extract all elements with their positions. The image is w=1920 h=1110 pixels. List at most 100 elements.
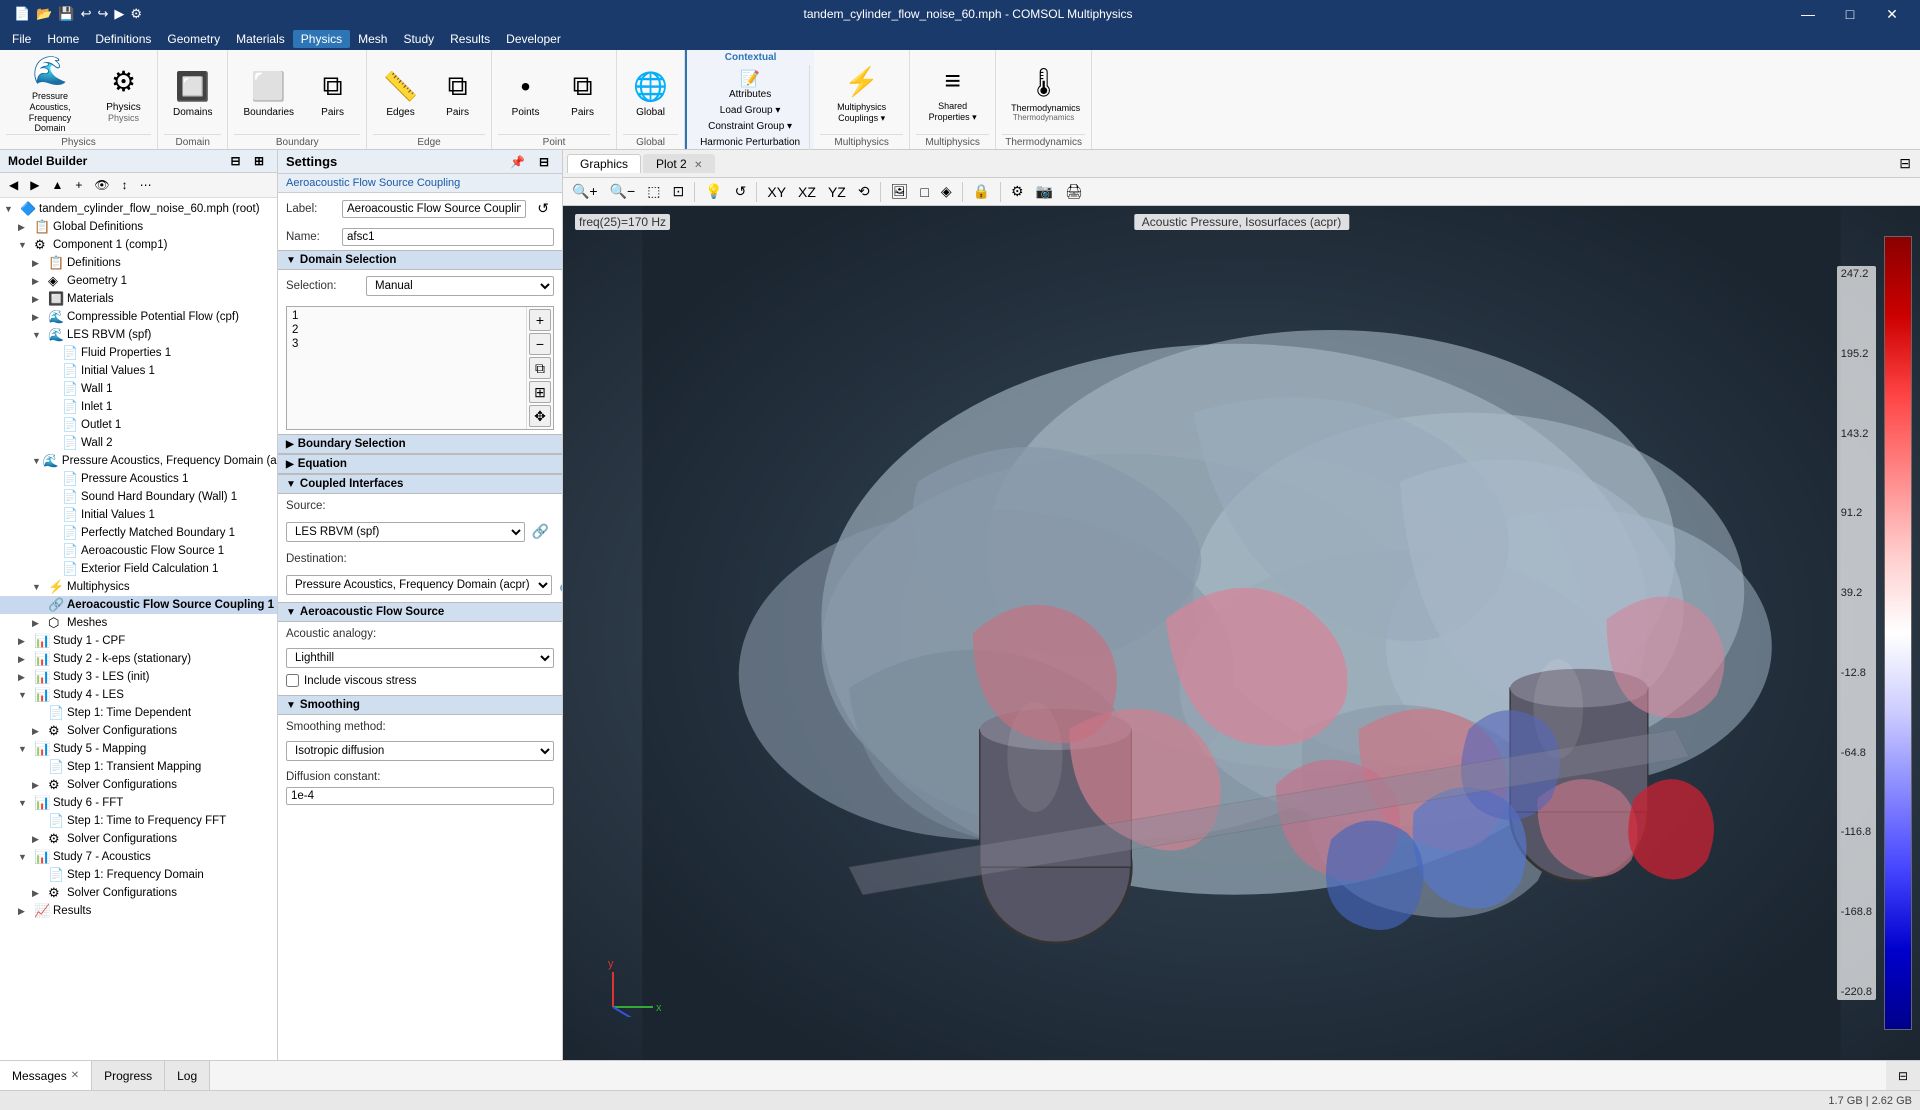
- tree-item-fluid_props[interactable]: 📄Fluid Properties 1: [0, 344, 277, 362]
- diffusion-constant-input[interactable]: [286, 787, 554, 805]
- zoom-box-btn[interactable]: ⬚: [642, 180, 665, 203]
- tab-plot2[interactable]: Plot 2 ✕: [643, 154, 715, 173]
- ribbon-btn-multiphysics[interactable]: ⚡ Multiphysics Couplings ▾: [820, 54, 903, 134]
- selection-item-3[interactable]: 3: [289, 337, 524, 351]
- maximize-button[interactable]: □: [1830, 0, 1870, 28]
- scene-light-btn[interactable]: 💡: [700, 180, 727, 203]
- menu-home[interactable]: Home: [39, 30, 87, 48]
- aeroacoustic-source-section[interactable]: ▼ Aeroacoustic Flow Source: [278, 602, 562, 622]
- ribbon-btn-global[interactable]: 🌐 Global: [623, 54, 678, 134]
- selection-item-1[interactable]: 1: [289, 309, 524, 323]
- close-button[interactable]: ✕: [1872, 0, 1912, 28]
- up-btn[interactable]: ▲: [46, 175, 68, 195]
- rotate-btn[interactable]: ↺: [730, 180, 752, 203]
- ribbon-btn-pairs-boundary[interactable]: ⧉ Pairs: [305, 54, 360, 134]
- equation-section[interactable]: ▶ Equation: [278, 454, 562, 474]
- tree-item-study5[interactable]: ▼📊Study 5 - Mapping: [0, 740, 277, 758]
- tree-item-wall2[interactable]: 📄Wall 2: [0, 434, 277, 452]
- remove-selection-btn[interactable]: −: [529, 333, 551, 355]
- label-refresh-btn[interactable]: ↺: [532, 197, 554, 220]
- ribbon-btn-constraint-group[interactable]: Constraint Group ▾: [695, 119, 805, 134]
- settings-gfx-btn[interactable]: ⚙: [1006, 180, 1029, 203]
- menu-file[interactable]: File: [4, 30, 39, 48]
- tab-plot2-close[interactable]: ✕: [694, 160, 702, 171]
- undo-button[interactable]: ↩: [79, 4, 94, 24]
- tree-item-solver_cfg5[interactable]: ▶⚙Solver Configurations: [0, 776, 277, 794]
- ribbon-btn-boundaries[interactable]: ⬜ Boundaries: [234, 54, 303, 134]
- include-viscous-checkbox[interactable]: [286, 674, 299, 687]
- view-xy-btn[interactable]: XY: [762, 181, 791, 203]
- messages-tab-close[interactable]: ✕: [71, 1070, 79, 1081]
- settings-pin-btn[interactable]: 📌: [505, 152, 530, 172]
- menu-physics[interactable]: Physics: [293, 30, 350, 48]
- tab-log[interactable]: Log: [165, 1061, 210, 1090]
- tree-item-pa_fd[interactable]: ▼🌊Pressure Acoustics, Frequency Domain (…: [0, 452, 277, 470]
- more-btn[interactable]: ⋯: [135, 175, 157, 195]
- quality-btn[interactable]: ◈: [936, 180, 957, 203]
- ribbon-btn-attributes[interactable]: 📝 Attributes: [695, 67, 805, 102]
- tree-item-study7[interactable]: ▼📊Study 7 - Acoustics: [0, 848, 277, 866]
- coupled-interfaces-section[interactable]: ▼ Coupled Interfaces: [278, 474, 562, 494]
- tree-item-root[interactable]: ▼🔷tandem_cylinder_flow_noise_60.mph (roo…: [0, 200, 277, 218]
- ribbon-btn-edges[interactable]: 📏 Edges: [373, 54, 428, 134]
- selection-dropdown[interactable]: Manual: [366, 276, 554, 296]
- add-selection-btn[interactable]: +: [529, 309, 551, 331]
- tree-item-solver_cfg4a[interactable]: ▶⚙Solver Configurations: [0, 722, 277, 740]
- tree-item-comp1[interactable]: ▼⚙Component 1 (comp1): [0, 236, 277, 254]
- lock-btn[interactable]: 🔒: [968, 180, 995, 203]
- camera-btn[interactable]: 📷: [1031, 180, 1058, 203]
- tree-item-step_td[interactable]: 📄Step 1: Time Dependent: [0, 704, 277, 722]
- view-yz-btn[interactable]: YZ: [823, 181, 851, 203]
- ribbon-btn-load-group[interactable]: Load Group ▾: [695, 103, 805, 118]
- reset-view-btn[interactable]: ⟲: [853, 180, 875, 203]
- tree-item-step_fd[interactable]: 📄Step 1: Frequency Domain: [0, 866, 277, 884]
- tree-item-solver_cfg6[interactable]: ▶⚙Solver Configurations: [0, 830, 277, 848]
- tree-item-cpf[interactable]: ▶🌊Compressible Potential Flow (cpf): [0, 308, 277, 326]
- ribbon-btn-harmonic-perturbation[interactable]: Harmonic Perturbation: [695, 135, 805, 150]
- tree-item-study4[interactable]: ▼📊Study 4 - LES: [0, 686, 277, 704]
- tree-item-pmb1[interactable]: 📄Perfectly Matched Boundary 1: [0, 524, 277, 542]
- tree-item-global_defs[interactable]: ▶📋Global Definitions: [0, 218, 277, 236]
- tree-item-afsc1[interactable]: 🔗Aeroacoustic Flow Source Coupling 1 (af…: [0, 596, 277, 614]
- ribbon-btn-points[interactable]: • Points: [498, 54, 553, 134]
- new-button[interactable]: 📄: [12, 4, 32, 24]
- tree-item-study2[interactable]: ▶📊Study 2 - k-eps (stationary): [0, 650, 277, 668]
- menu-definitions[interactable]: Definitions: [87, 30, 159, 48]
- save-button[interactable]: 💾: [56, 4, 76, 24]
- tree-item-study6[interactable]: ▼📊Study 6 - FFT: [0, 794, 277, 812]
- zoom-out-btn[interactable]: 🔍−: [605, 180, 641, 203]
- tree-item-multiphysics[interactable]: ▼⚡Multiphysics: [0, 578, 277, 596]
- forward-btn[interactable]: ▶: [25, 175, 44, 195]
- ribbon-btn-pairs-point[interactable]: ⧉ Pairs: [555, 54, 610, 134]
- ribbon-btn-domains[interactable]: 🔲 Domains: [164, 54, 221, 134]
- ribbon-btn-pressure-acoustics[interactable]: 🌊 Pressure Acoustics, Frequency Domain: [6, 54, 94, 134]
- minimize-button[interactable]: —: [1788, 0, 1828, 28]
- graphics-viewport[interactable]: freq(25)=170 Hz Acoustic Pressure, Isosu…: [563, 206, 1920, 1060]
- tree-item-results[interactable]: ▶📈Results: [0, 902, 277, 920]
- tree-item-step_fft[interactable]: 📄Step 1: Time to Frequency FFT: [0, 812, 277, 830]
- smoothing-section[interactable]: ▼ Smoothing: [278, 695, 562, 715]
- view-xz-btn[interactable]: XZ: [793, 181, 821, 203]
- tree-item-initial_vals[interactable]: 📄Initial Values 1: [0, 362, 277, 380]
- tree-item-afs1[interactable]: 📄Aeroacoustic Flow Source 1: [0, 542, 277, 560]
- tree-item-efc1[interactable]: 📄Exterior Field Calculation 1: [0, 560, 277, 578]
- tree-item-definitions[interactable]: ▶📋Definitions: [0, 254, 277, 272]
- zoom-in-btn[interactable]: 🔍+: [567, 180, 603, 203]
- move-selection-btn[interactable]: ✥: [529, 405, 551, 427]
- tree-item-outlet1[interactable]: 📄Outlet 1: [0, 416, 277, 434]
- sort-btn[interactable]: ↕: [117, 175, 133, 195]
- source-link-btn[interactable]: 🔗: [527, 520, 554, 543]
- paste2-selection-btn[interactable]: ⊞: [529, 381, 551, 403]
- tree-item-geom1[interactable]: ▶◈Geometry 1: [0, 272, 277, 290]
- source-dropdown[interactable]: LES RBVM (spf): [286, 522, 525, 542]
- show-used-btn[interactable]: 👁: [89, 175, 114, 195]
- menu-geometry[interactable]: Geometry: [159, 30, 228, 48]
- tree-item-iv1[interactable]: 📄Initial Values 1: [0, 506, 277, 524]
- tree-item-wall1[interactable]: 📄Wall 1: [0, 380, 277, 398]
- graphics-expand-btn[interactable]: ⊟: [1894, 152, 1916, 175]
- menu-study[interactable]: Study: [395, 30, 442, 48]
- tree-item-step_tm[interactable]: 📄Step 1: Transient Mapping: [0, 758, 277, 776]
- expand-bottom-btn[interactable]: ⊟: [1886, 1061, 1920, 1090]
- settings-qa-button[interactable]: ⚙: [128, 4, 144, 24]
- ribbon-btn-physics[interactable]: ⚙ Physics Physics: [96, 54, 151, 134]
